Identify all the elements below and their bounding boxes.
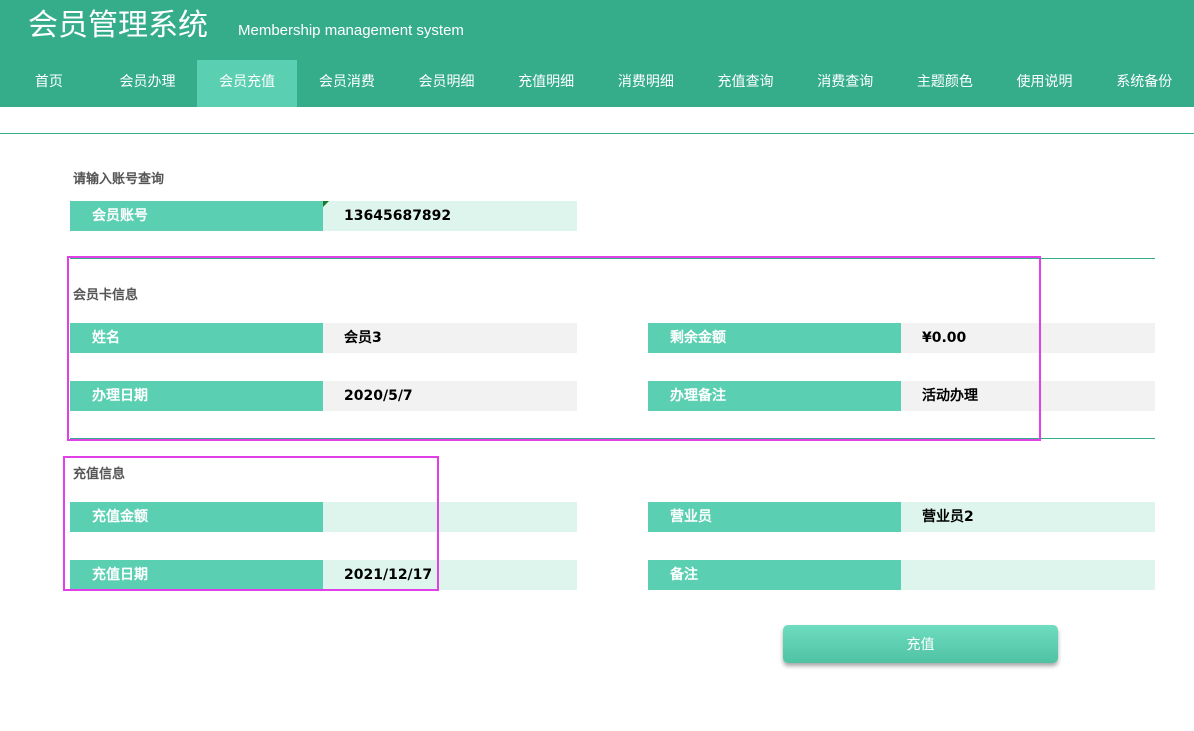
query-section-title: 请输入账号查询 <box>73 172 165 187</box>
input-error-marker <box>323 201 329 207</box>
note-input[interactable] <box>901 560 1155 590</box>
recharge-amount-input[interactable] <box>323 502 577 532</box>
header-title-bar: 会员管理系统 Membership management system <box>0 0 1194 60</box>
nav-item-backup[interactable]: 系统备份 <box>1094 60 1194 107</box>
name-label: 姓名 <box>70 323 323 353</box>
name-value: 会员3 <box>323 323 577 353</box>
recharge-info-section-title: 充值信息 <box>73 467 126 482</box>
nav-item-home[interactable]: 首页 <box>0 60 98 107</box>
balance-label: 剩余金额 <box>648 323 901 353</box>
account-input[interactable] <box>323 201 577 231</box>
nav-item-recharge-detail[interactable]: 充值明细 <box>496 60 596 107</box>
clerk-label: 营业员 <box>648 502 901 532</box>
register-remark-value: 活动办理 <box>901 381 1155 411</box>
nav-item-member-consume[interactable]: 会员消费 <box>297 60 397 107</box>
note-label: 备注 <box>648 560 901 590</box>
app-subtitle: Membership management system <box>238 22 464 39</box>
clerk-input[interactable] <box>901 502 1155 532</box>
recharge-button[interactable]: 充值 <box>783 625 1058 663</box>
recharge-info-divider <box>70 438 1155 439</box>
register-date-label: 办理日期 <box>70 381 323 411</box>
nav-item-member-register[interactable]: 会员办理 <box>98 60 198 107</box>
app-title: 会员管理系统 <box>28 8 208 43</box>
recharge-date-input[interactable] <box>323 560 577 590</box>
nav-item-help[interactable]: 使用说明 <box>995 60 1095 107</box>
nav-item-consume-detail[interactable]: 消费明细 <box>596 60 696 107</box>
register-date-value: 2020/5/7 <box>323 381 577 411</box>
account-label: 会员账号 <box>70 201 323 231</box>
app-header: 会员管理系统 Membership management system 首页 会… <box>0 0 1194 107</box>
nav-item-recharge-query[interactable]: 充值查询 <box>696 60 796 107</box>
nav-item-member-detail[interactable]: 会员明细 <box>397 60 497 107</box>
card-info-section-title: 会员卡信息 <box>73 288 139 303</box>
balance-value: ¥0.00 <box>901 323 1155 353</box>
card-info-divider <box>70 258 1155 259</box>
nav-item-consume-query[interactable]: 消费查询 <box>795 60 895 107</box>
main-nav: 首页 会员办理 会员充值 会员消费 会员明细 充值明细 消费明细 充值查询 消费… <box>0 60 1194 107</box>
header-divider <box>0 133 1194 134</box>
nav-item-member-recharge[interactable]: 会员充值 <box>197 60 298 107</box>
register-remark-label: 办理备注 <box>648 381 901 411</box>
recharge-amount-label: 充值金额 <box>70 502 323 532</box>
recharge-date-label: 充值日期 <box>70 560 323 590</box>
nav-item-theme-color[interactable]: 主题颜色 <box>895 60 995 107</box>
